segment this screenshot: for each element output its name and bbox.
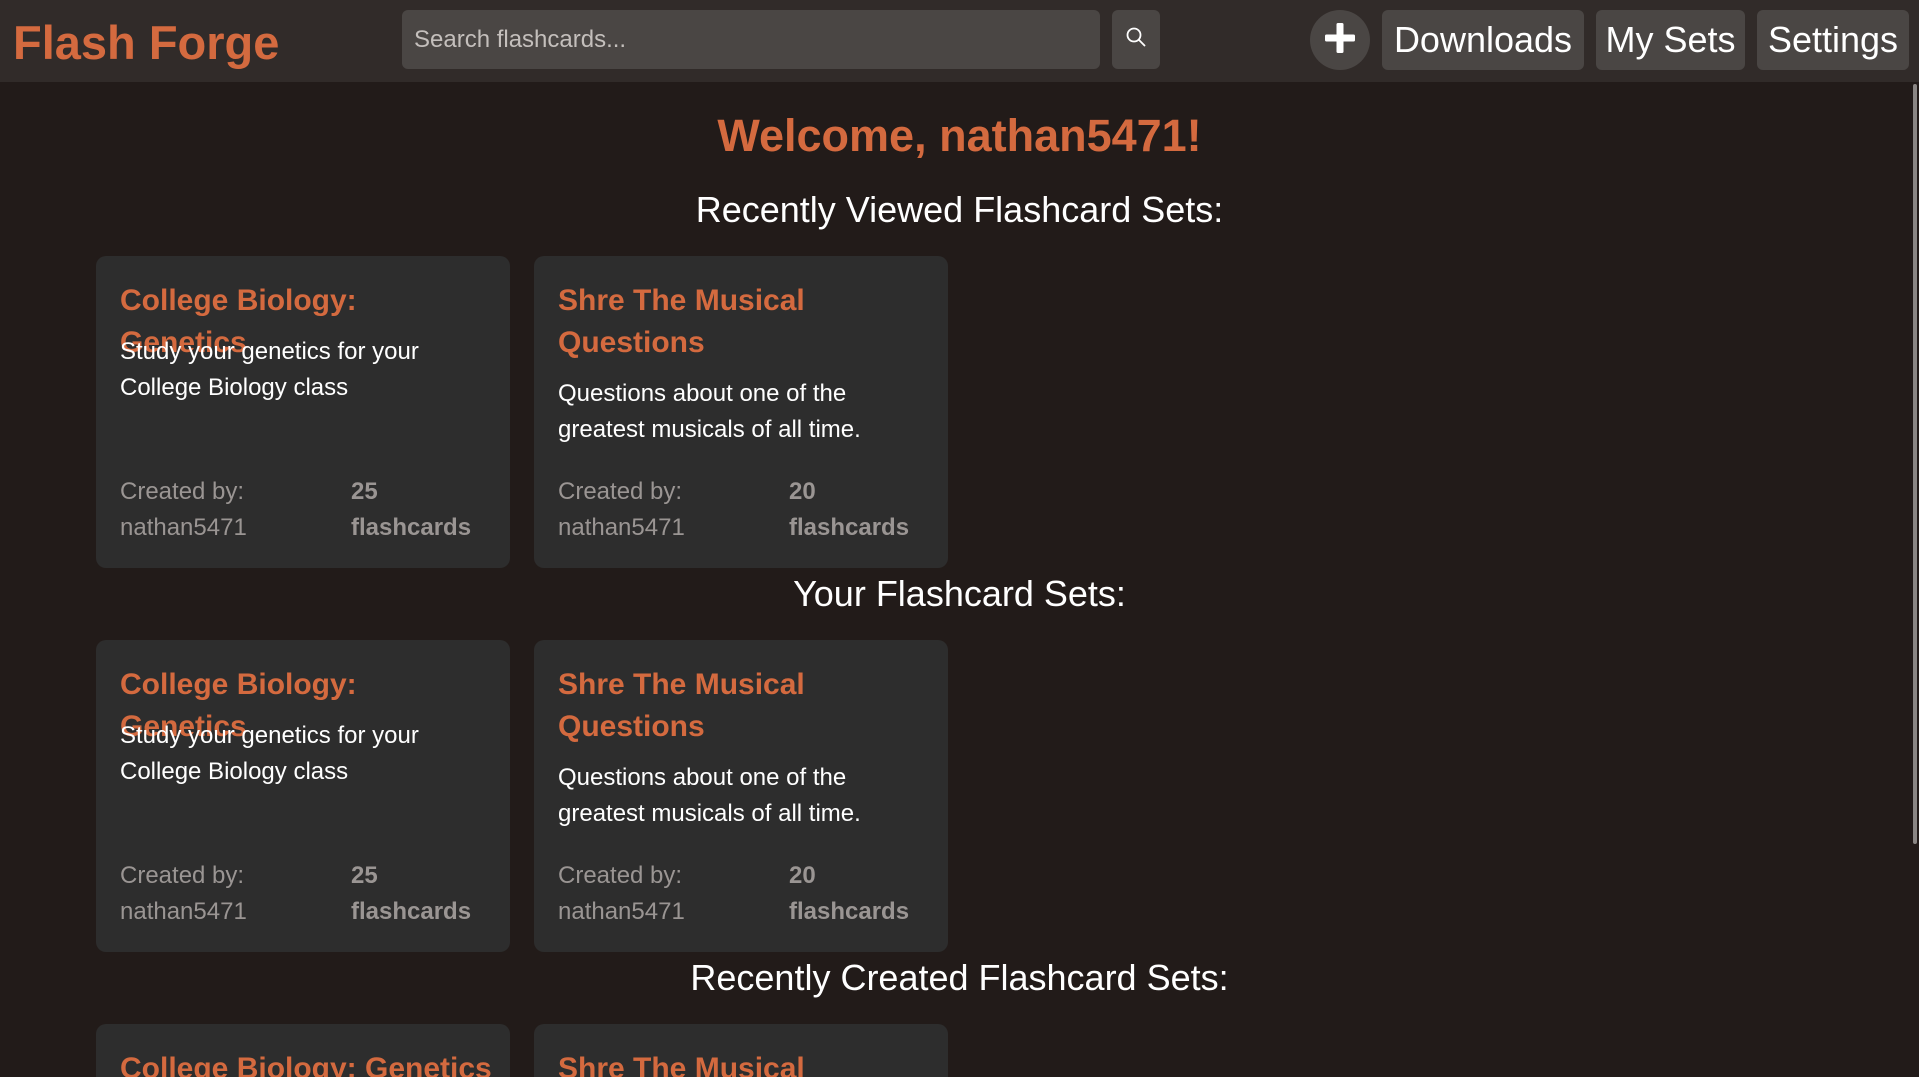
downloads-button[interactable]: Downloads (1382, 10, 1584, 70)
flashcard-count-label: flashcards (789, 898, 910, 925)
card-creator: Created by: nathan5471 (558, 474, 768, 546)
search-button[interactable] (1112, 10, 1160, 69)
flashcard-set-card[interactable]: Shre The Musical (534, 1024, 948, 1077)
flashcard-count-label: flashcards (351, 514, 472, 541)
flashcard-set-card[interactable]: College Biology: Genetics Study your gen… (96, 640, 510, 952)
card-count: 25 flashcards (351, 474, 501, 546)
top-navbar: Flash Forge Downloads My Sets Settings (0, 0, 1919, 82)
flashcard-set-card[interactable]: College Biology: Genetics Study your gen… (96, 256, 510, 568)
section-title-recently-viewed: Recently Viewed Flashcard Sets: (695, 189, 1224, 230)
creator-name: nathan5471 (558, 898, 685, 925)
search-input[interactable] (402, 10, 1100, 69)
creator-name: nathan5471 (120, 514, 247, 541)
created-by-label: Created by: (558, 862, 683, 889)
section-title-recently-created: Recently Created Flashcard Sets: (690, 957, 1229, 998)
card-description: Study your genetics for your College Bio… (120, 338, 419, 401)
card-description: Study your genetics for your College Bio… (120, 722, 419, 785)
add-set-button[interactable] (1310, 10, 1370, 70)
card-creator: Created by: nathan5471 (120, 858, 330, 930)
card-count: 20 flashcards (789, 474, 939, 546)
search-icon (1125, 26, 1147, 53)
created-by-label: Created by: (120, 478, 245, 505)
flashcard-count-label: flashcards (351, 898, 472, 925)
card-count: 25 flashcards (351, 858, 501, 930)
plus-icon (1323, 21, 1357, 60)
card-description: Questions about one of the greatest musi… (558, 380, 861, 443)
brand-logo[interactable]: Flash Forge (13, 15, 279, 71)
creator-name: nathan5471 (558, 514, 685, 541)
welcome-heading: Welcome, nathan5471! (717, 110, 1202, 161)
flashcard-count: 20 (789, 862, 816, 889)
settings-button[interactable]: Settings (1757, 10, 1909, 70)
card-title[interactable]: Shre The Musical Questions (558, 664, 928, 748)
card-description: Questions about one of the greatest musi… (558, 764, 861, 827)
flashcard-count: 25 (351, 862, 378, 889)
created-by-label: Created by: (120, 862, 245, 889)
flashcard-count: 20 (789, 478, 816, 505)
card-title[interactable]: Shre The Musical Questions (558, 280, 928, 364)
card-creator: Created by: nathan5471 (558, 858, 768, 930)
flashcard-count: 25 (351, 478, 378, 505)
flashcard-set-card[interactable]: Shre The Musical Questions Questions abo… (534, 640, 948, 952)
section-title-your-sets: Your Flashcard Sets: (793, 573, 1126, 614)
card-count: 20 flashcards (789, 858, 939, 930)
created-by-label: Created by: (558, 478, 683, 505)
card-title[interactable]: Shre The Musical (558, 1048, 928, 1077)
card-creator: Created by: nathan5471 (120, 474, 330, 546)
flashcard-set-card[interactable]: College Biology: Genetics (96, 1024, 510, 1077)
creator-name: nathan5471 (120, 898, 247, 925)
my-sets-button[interactable]: My Sets (1596, 10, 1745, 70)
card-title[interactable]: College Biology: Genetics (120, 1048, 492, 1077)
flashcard-count-label: flashcards (789, 514, 910, 541)
flashcard-set-card[interactable]: Shre The Musical Questions Questions abo… (534, 256, 948, 568)
